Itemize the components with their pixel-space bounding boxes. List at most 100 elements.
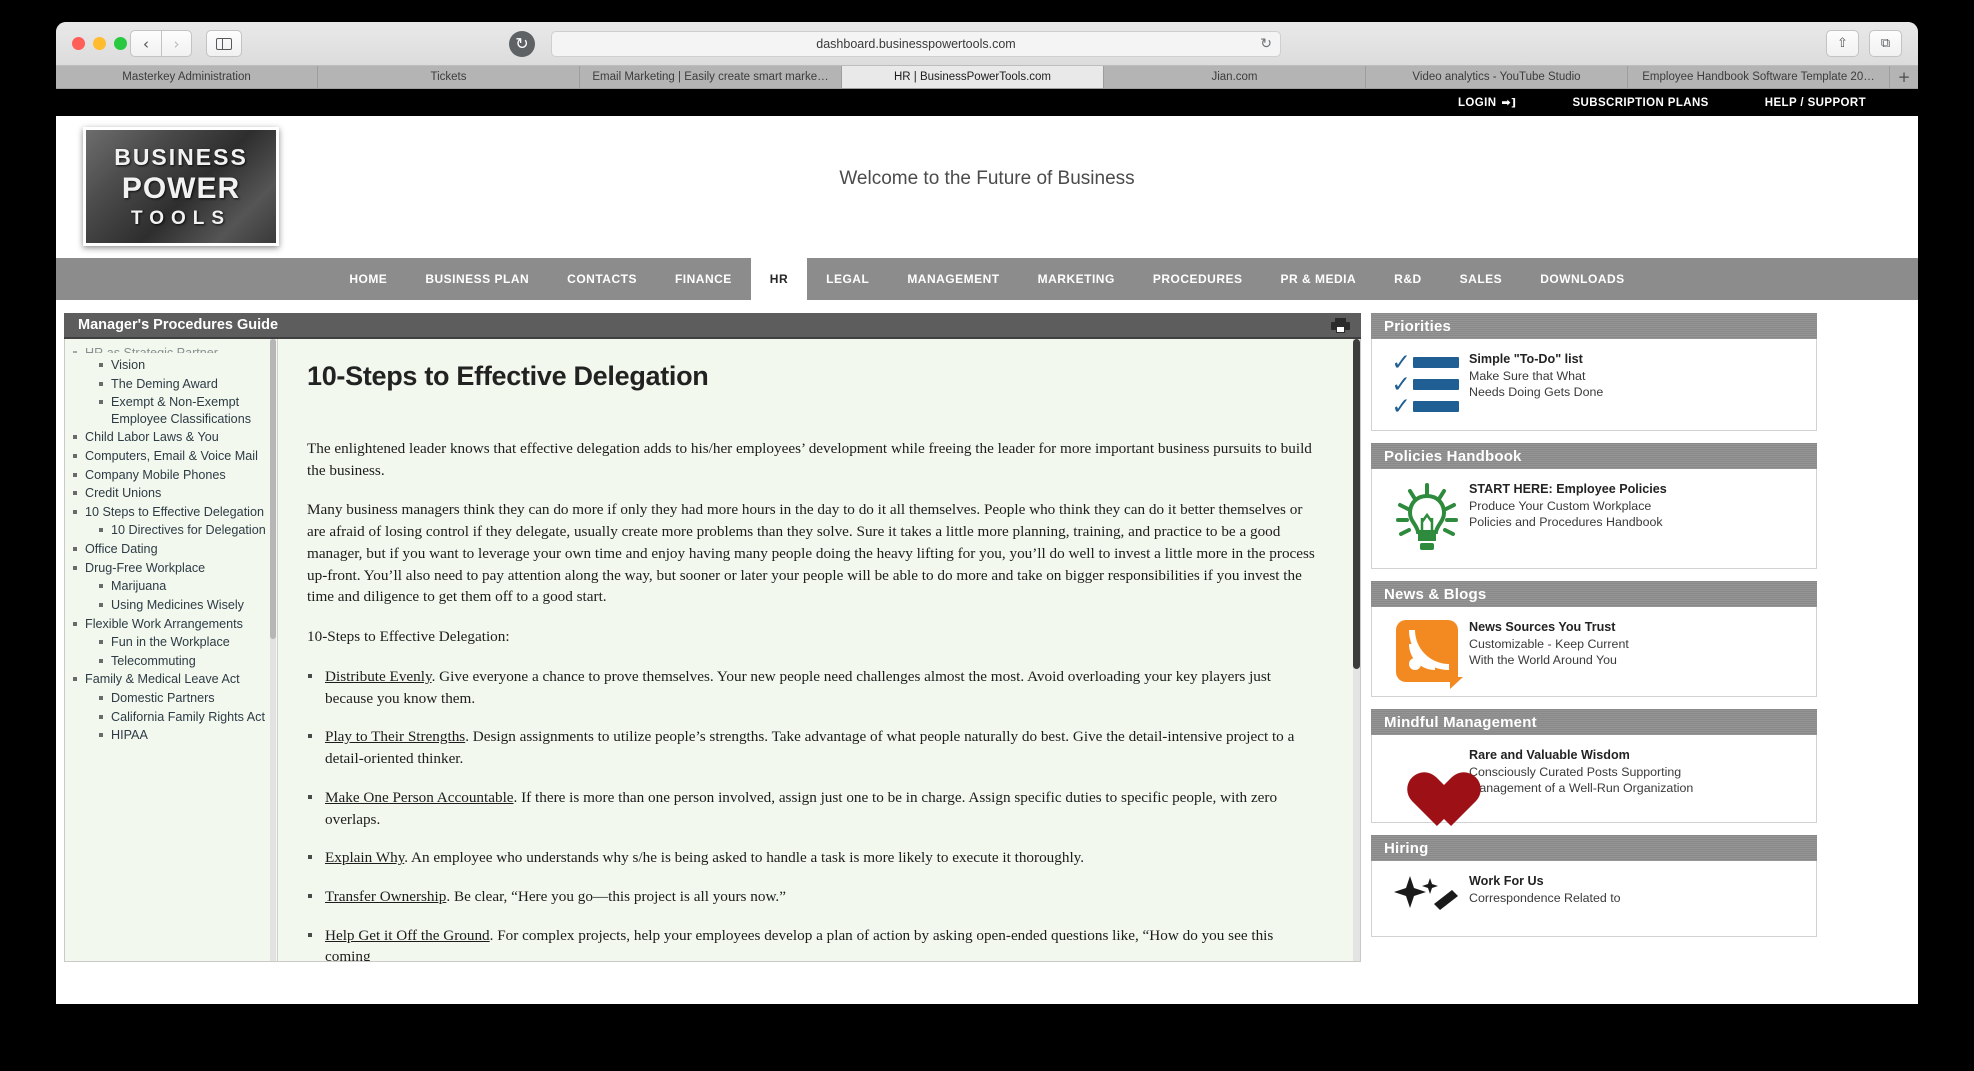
tree-root: HR as Strategic Partner Vision The Demin… [71,345,267,744]
rss-icon [1395,620,1463,689]
nav-item-procedures[interactable]: PROCEDURES [1134,258,1262,300]
guide-body: HR as Strategic Partner Vision The Demin… [64,339,1361,962]
widget-hiring-heading: Hiring [1371,835,1817,861]
article-scrollbar-thumb[interactable] [1353,339,1360,669]
tree-item-credit-unions[interactable]: Credit Unions [71,485,267,502]
step-lead-1[interactable]: Play to Their Strengths [325,728,465,745]
browser-tab-6[interactable]: Employee Handbook Software Template 20… [1628,66,1890,88]
nav-item-management[interactable]: MANAGEMENT [888,258,1018,300]
login-link[interactable]: LOGIN ➡] [1458,96,1516,109]
widget-priorities-text: Simple "To-Do" list Make Sure that What … [1469,350,1603,416]
tree-item-telecommuting[interactable]: Telecommuting [97,653,267,670]
tree-item-company-mobile-phones[interactable]: Company Mobile Phones [71,467,267,484]
nav-item-home[interactable]: HOME [330,258,406,300]
window-controls [72,37,127,50]
browser-tab-3[interactable]: HR | BusinessPowerTools.com [842,66,1104,88]
step-lead-5[interactable]: Help Get it Off the Ground [325,927,490,944]
heart-icon [1394,748,1460,808]
step-lead-4[interactable]: Transfer Ownership [325,888,446,905]
tree-sublist-delegation: 10 Directives for Delegation [97,522,267,539]
minimize-window-button[interactable] [93,37,106,50]
tree-scrollbar[interactable] [270,339,276,961]
step-item-2: Make One Person Accountable. If there is… [307,787,1320,830]
browser-window: ‹ › ↻ dashboard.businesspowertools.com ↻… [56,22,1918,1022]
step-lead-2[interactable]: Make One Person Accountable [325,789,514,806]
widget-hiring-body[interactable]: Work For Us Correspondence Related to [1371,861,1817,937]
new-tab-button[interactable]: + [1890,66,1918,88]
delegation-steps-list: Distribute Evenly. Give everyone a chanc… [307,666,1320,961]
browser-tab-4[interactable]: Jian.com [1104,66,1366,88]
widget-news-body[interactable]: News Sources You Trust Customizable - Ke… [1371,607,1817,697]
tree-item-marijuana[interactable]: Marijuana [97,578,267,595]
tree-item-clipped[interactable]: HR as Strategic Partner [71,345,267,353]
help-support-link[interactable]: HELP / SUPPORT [1765,97,1866,109]
widget-policies-heading: Policies Handbook [1371,443,1817,469]
browser-tab-2[interactable]: Email Marketing | Easily create smart ma… [580,66,842,88]
widget-priorities-title: Simple "To-Do" list [1469,352,1583,366]
article-scrollbar[interactable] [1353,339,1360,961]
maximize-window-button[interactable] [114,37,127,50]
lightbulb-icon [1395,483,1458,550]
nav-item-hr[interactable]: HR [750,258,808,300]
tree-item-hipaa[interactable]: HIPAA [97,727,267,744]
widget-mindful-management: Mindful Management Rare and Valuable Wis… [1371,709,1817,823]
widget-priorities-body[interactable]: ✓ ✓ ✓ Simple "To-Do" list Make Sure that… [1371,339,1817,431]
step-lead-0[interactable]: Distribute Evenly [325,668,432,685]
nav-item-marketing[interactable]: MARKETING [1019,258,1134,300]
logo-line-1: BUSINESS [114,143,248,170]
url-text: dashboard.businesspowertools.com [816,37,1016,51]
sidebar-toggle-button[interactable] [206,30,242,57]
nav-item-finance[interactable]: FINANCE [656,258,751,300]
browser-tab-5[interactable]: Video analytics - YouTube Studio [1366,66,1628,88]
tree-item-office-dating[interactable]: Office Dating [71,541,267,558]
subscription-plans-link[interactable]: SUBSCRIPTION PLANS [1572,97,1708,109]
widget-priorities: Priorities ✓ ✓ ✓ Simple "To-Do" list Mak… [1371,313,1817,431]
share-button[interactable]: ⇧ [1826,30,1859,57]
login-arrow-icon: ➡] [1501,96,1517,109]
tree-item-10-steps-delegation[interactable]: 10 Steps to Effective Delegation [71,504,267,521]
tab-overview-button[interactable]: ⧉ [1869,30,1902,57]
tree-item-child-labor-laws[interactable]: Child Labor Laws & You [71,429,267,446]
login-label: LOGIN [1458,96,1497,109]
tree-item-drug-free-workplace[interactable]: Drug-Free Workplace [71,560,267,577]
address-bar[interactable]: dashboard.businesspowertools.com ↻ [551,31,1281,57]
widget-policies-body[interactable]: START HERE: Employee Policies Produce Yo… [1371,469,1817,569]
widget-hiring-icon-wrap [1384,872,1469,922]
tree-item-deming-award[interactable]: The Deming Award [97,376,267,393]
nav-item-legal[interactable]: LEGAL [807,258,888,300]
tree-item-using-medicines-wisely[interactable]: Using Medicines Wisely [97,597,267,614]
tree-item-california-family-rights-act[interactable]: California Family Rights Act [97,709,267,726]
tree-item-10-directives-delegation[interactable]: 10 Directives for Delegation [97,522,267,539]
back-button[interactable]: ‹ [130,30,161,57]
tree-scrollbar-thumb[interactable] [270,339,276,639]
tree-item-family-medical-leave-act[interactable]: Family & Medical Leave Act [71,671,267,688]
nav-item-business-plan[interactable]: BUSINESS PLAN [406,258,548,300]
nav-item-pr-media[interactable]: PR & MEDIA [1262,258,1376,300]
nav-item-contacts[interactable]: CONTACTS [548,258,656,300]
nav-item-sales[interactable]: SALES [1441,258,1522,300]
browser-tab-0[interactable]: Masterkey Administration [56,66,318,88]
widget-mindful-text: Rare and Valuable Wisdom Consciously Cur… [1469,746,1693,808]
widget-mindful-body[interactable]: Rare and Valuable Wisdom Consciously Cur… [1371,735,1817,823]
forward-button[interactable]: › [161,30,192,57]
article-title: 10-Steps to Effective Delegation [307,361,709,391]
tree-item-vision[interactable]: Vision [97,357,267,374]
close-window-button[interactable] [72,37,85,50]
page-reload-button[interactable]: ↻ [509,31,535,57]
widget-mindful-icon-wrap [1384,746,1469,808]
guide-title: Manager's Procedures Guide [78,317,279,333]
widget-news-blogs: News & Blogs News Sources You Trust Cust… [1371,581,1817,697]
tree-item-flexible-work-arrangements[interactable]: Flexible Work Arrangements [71,616,267,633]
tree-item-computers-email-voicemail[interactable]: Computers, Email & Voice Mail [71,448,267,465]
browser-tab-1[interactable]: Tickets [318,66,580,88]
tree-item-domestic-partners[interactable]: Domestic Partners [97,690,267,707]
nav-item-rd[interactable]: R&D [1375,258,1441,300]
step-lead-3[interactable]: Explain Why [325,849,404,866]
widget-mindful-line-0: Consciously Curated Posts Supporting [1469,765,1682,779]
tree-item-exempt-classifications[interactable]: Exempt & Non-Exempt Employee Classificat… [97,394,267,427]
reload-mini-icon[interactable]: ↻ [1260,37,1272,51]
device-frame: ‹ › ↻ dashboard.businesspowertools.com ↻… [0,0,1974,1071]
nav-item-downloads[interactable]: DOWNLOADS [1521,258,1644,300]
print-icon[interactable] [1331,317,1350,333]
tree-item-fun-in-the-workplace[interactable]: Fun in the Workplace [97,634,267,651]
